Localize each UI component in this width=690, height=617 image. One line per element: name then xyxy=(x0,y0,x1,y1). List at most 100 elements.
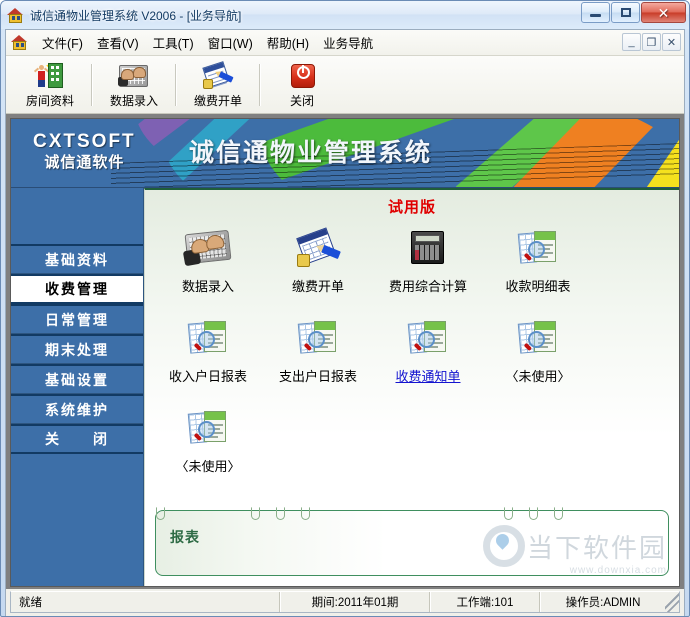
grid-item-label: 缴费开单 xyxy=(292,276,344,295)
toolbar-label: 关闭 xyxy=(290,92,314,109)
binder-ring xyxy=(504,507,513,520)
sidebar-item-period-end[interactable]: 期末处理 xyxy=(11,334,143,364)
report-magnifier-icon xyxy=(184,316,232,362)
sidebar-item-system-maintenance[interactable]: 系统维护 xyxy=(11,394,143,424)
binder-ring xyxy=(301,507,310,520)
sidebar-item-close[interactable]: 关 闭 xyxy=(11,424,143,454)
mdi-window-controls: _ ❐ ✕ xyxy=(621,33,681,51)
grid-item-billing[interactable]: 缴费开单 xyxy=(263,222,373,312)
maximize-button[interactable] xyxy=(611,2,640,23)
menu-item-navigation[interactable]: 业务导航 xyxy=(316,30,380,55)
binder-ring xyxy=(529,507,538,520)
statusbar: 就绪 期间:2011年01期 工作端:101 操作员:ADMIN xyxy=(10,591,680,613)
icon-row: 〈未使用〉 xyxy=(153,402,671,492)
brand-logo: CXTSOFT 诚信通软件 xyxy=(33,131,136,172)
sidebar-item-daily-management[interactable]: 日常管理 xyxy=(11,304,143,334)
report-magnifier-icon xyxy=(514,226,562,272)
invoice-pen-icon xyxy=(294,226,342,272)
sidebar-item-fee-management[interactable]: 收费管理 xyxy=(11,274,143,304)
mdi-client-area: CXTSOFT 诚信通软件 诚信通物业管理系统 基础资料 收费管理 日常管理 期… xyxy=(6,114,684,589)
brand-name-en: CXTSOFT xyxy=(33,131,136,153)
sidebar-item-basic-data[interactable]: 基础资料 xyxy=(11,244,143,274)
grid-item-data-entry[interactable]: 数据录入 xyxy=(153,222,263,312)
main-panel: 试用版 数据录入 xyxy=(144,188,679,586)
keyboard-hands-icon xyxy=(118,61,150,91)
banner-title: 诚信通物业管理系统 xyxy=(189,133,432,169)
binder-ring xyxy=(156,507,165,520)
menu-item-help[interactable]: 帮助(H) xyxy=(260,30,316,55)
navigation-icon-grid: 数据录入 缴费开单 xyxy=(153,216,671,506)
invoice-pen-icon xyxy=(202,61,234,91)
grid-item-label: 费用综合计算 xyxy=(389,276,467,295)
toolbar-button-billing[interactable]: 缴费开单 xyxy=(182,58,254,111)
toolbar-separator xyxy=(91,64,93,106)
sidebar-item-basic-settings[interactable]: 基础设置 xyxy=(11,364,143,394)
grid-item-label: 支出户日报表 xyxy=(279,366,357,385)
status-period: 期间:2011年01期 xyxy=(280,592,430,612)
report-magnifier-icon xyxy=(404,316,452,362)
grid-item-receipt-detail[interactable]: 收款明细表 xyxy=(483,222,593,312)
binder-ring xyxy=(276,507,285,520)
menu-item-file[interactable]: 文件(F) xyxy=(35,30,90,55)
status-operator: 操作员:ADMIN xyxy=(540,592,665,612)
report-panel-label: 报表 xyxy=(170,527,200,547)
binder-ring xyxy=(554,507,563,520)
grid-item-unused-2[interactable]: 〈未使用〉 xyxy=(153,402,263,492)
close-button[interactable]: ✕ xyxy=(641,2,686,23)
calculator-icon xyxy=(404,226,452,272)
grid-item-label: 收款明细表 xyxy=(505,276,570,295)
toolbar-label: 数据录入 xyxy=(110,92,158,109)
trial-version-badge: 试用版 xyxy=(153,196,671,216)
menu-item-window[interactable]: 窗口(W) xyxy=(201,30,260,55)
content-row: 基础资料 收费管理 日常管理 期末处理 基础设置 系统维护 关 闭 试用版 xyxy=(11,188,679,586)
app-house-icon xyxy=(7,7,24,24)
grid-item-expense-daily-report[interactable]: 支出户日报表 xyxy=(263,312,373,402)
toolbar-separator xyxy=(175,64,177,106)
menubar: 文件(F) 查看(V) 工具(T) 窗口(W) 帮助(H) 业务导航 _ ❐ ✕ xyxy=(6,30,684,56)
mdi-restore-button[interactable]: ❐ xyxy=(642,33,661,51)
menu-item-view[interactable]: 查看(V) xyxy=(90,30,146,55)
sidebar: 基础资料 收费管理 日常管理 期末处理 基础设置 系统维护 关 闭 xyxy=(11,188,144,586)
status-workstation: 工作端:101 xyxy=(430,592,540,612)
report-magnifier-icon xyxy=(294,316,342,362)
grid-item-income-daily-report[interactable]: 收入户日报表 xyxy=(153,312,263,402)
report-magnifier-icon xyxy=(184,406,232,452)
toolbar-label: 房间资料 xyxy=(26,92,74,109)
grid-item-fee-notice[interactable]: 收费通知单 xyxy=(373,312,483,402)
inner-app-frame: 文件(F) 查看(V) 工具(T) 窗口(W) 帮助(H) 业务导航 _ ❐ ✕… xyxy=(5,29,685,616)
close-icon: ✕ xyxy=(658,6,670,20)
icon-row: 收入户日报表 xyxy=(153,312,671,402)
toolbar-button-close[interactable]: 关闭 xyxy=(266,58,338,111)
toolbar-button-room-data[interactable]: ✦ 房间资料 xyxy=(14,58,86,111)
brand-name-cn: 诚信通软件 xyxy=(33,153,136,172)
icon-row: 数据录入 缴费开单 xyxy=(153,222,671,312)
toolbar-button-data-entry[interactable]: 数据录入 xyxy=(98,58,170,111)
business-navigation-form: CXTSOFT 诚信通软件 诚信通物业管理系统 基础资料 收费管理 日常管理 期… xyxy=(10,118,680,587)
mdi-close-button[interactable]: ✕ xyxy=(662,33,681,51)
grid-item-label: 〈未使用〉 xyxy=(175,456,240,475)
grid-item-label: 收入户日报表 xyxy=(169,366,247,385)
toolbar-separator xyxy=(259,64,261,106)
window-controls: ✕ xyxy=(580,2,686,23)
titlebar: 诚信通物业管理系统 V2006 - [业务导航] ✕ xyxy=(1,1,689,29)
resize-grip[interactable] xyxy=(665,592,679,612)
window-title: 诚信通物业管理系统 V2006 - [业务导航] xyxy=(30,7,241,24)
power-close-icon xyxy=(286,61,318,91)
toolbar: ✦ 房间资料 数据录入 xyxy=(6,56,684,114)
person-building-icon: ✦ xyxy=(34,61,66,91)
binder-ring xyxy=(251,507,260,520)
minimize-button[interactable] xyxy=(581,2,610,23)
grid-item-fee-calculation[interactable]: 费用综合计算 xyxy=(373,222,483,312)
grid-item-label: 数据录入 xyxy=(182,276,234,295)
grid-item-unused-1[interactable]: 〈未使用〉 xyxy=(483,312,593,402)
app-banner: CXTSOFT 诚信通软件 诚信通物业管理系统 xyxy=(11,119,679,188)
grid-item-label: 收费通知单 xyxy=(395,366,460,385)
toolbar-label: 缴费开单 xyxy=(194,92,242,109)
application-window: 诚信通物业管理系统 V2006 - [业务导航] ✕ 文件(F) 查看(V) 工… xyxy=(0,0,690,617)
mdi-minimize-button[interactable]: _ xyxy=(622,33,641,51)
grid-item-label: 〈未使用〉 xyxy=(505,366,570,385)
keyboard-hands-icon xyxy=(184,226,232,272)
menu-item-tools[interactable]: 工具(T) xyxy=(146,30,201,55)
status-state: 就绪 xyxy=(11,592,280,612)
report-magnifier-icon xyxy=(514,316,562,362)
